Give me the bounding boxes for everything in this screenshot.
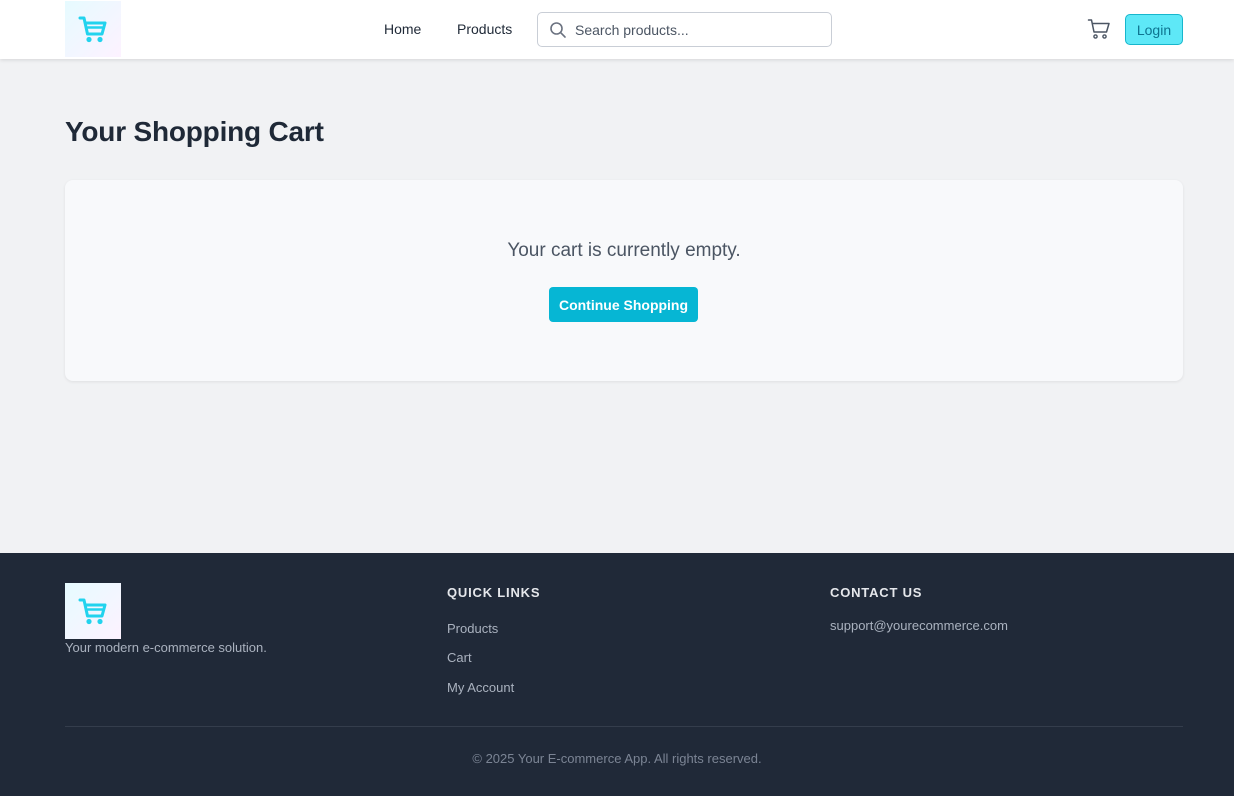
footer: Your modern e-commerce solution. QUICK L…: [0, 553, 1234, 796]
contact-us-heading: CONTACT US: [830, 585, 923, 600]
contact-email-link[interactable]: support@yourecommerce.com: [830, 618, 1008, 633]
nav-products-link[interactable]: Products: [457, 21, 512, 37]
footer-link-cart[interactable]: Cart: [447, 650, 472, 665]
continue-shopping-button[interactable]: Continue Shopping: [549, 287, 698, 322]
top-navbar: Home Products Login: [0, 0, 1234, 59]
empty-cart-message: Your cart is currently empty.: [507, 240, 741, 261]
login-button[interactable]: Login: [1125, 14, 1183, 45]
empty-cart-card: Your cart is currently empty. Continue S…: [65, 180, 1183, 381]
search-input[interactable]: [575, 13, 825, 46]
quick-links-heading: QUICK LINKS: [447, 585, 541, 600]
page-title: Your Shopping Cart: [65, 116, 324, 147]
footer-divider: [65, 726, 1183, 727]
cart-icon: [1087, 19, 1110, 39]
shopping-cart-icon: [78, 16, 107, 43]
footer-logo: [65, 583, 121, 639]
cart-button[interactable]: [1087, 18, 1111, 40]
search-box[interactable]: [537, 12, 832, 47]
logo[interactable]: [65, 1, 121, 57]
footer-link-products[interactable]: Products: [447, 621, 498, 636]
nav-home-link[interactable]: Home: [384, 21, 421, 37]
copyright-text: © 2025 Your E-commerce App. All rights r…: [472, 751, 762, 766]
footer-tagline: Your modern e-commerce solution.: [65, 640, 267, 655]
footer-link-my-account[interactable]: My Account: [447, 680, 514, 695]
shopping-cart-icon: [78, 598, 107, 625]
search-icon: [550, 22, 566, 38]
